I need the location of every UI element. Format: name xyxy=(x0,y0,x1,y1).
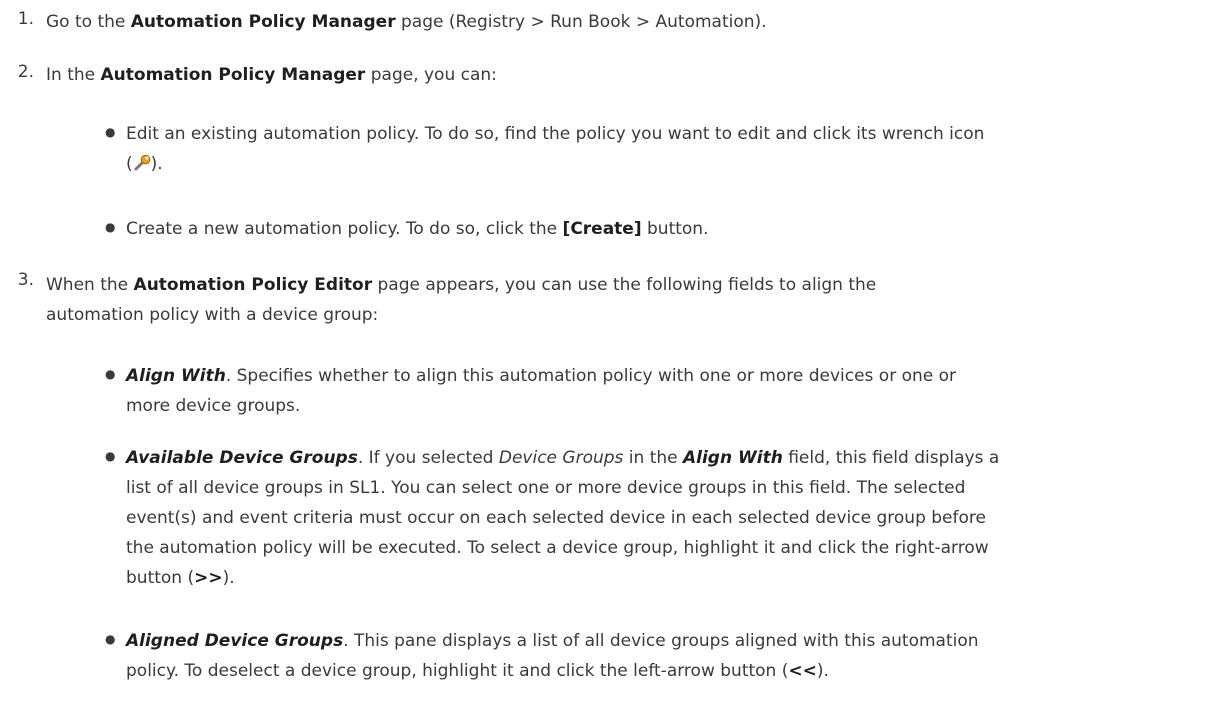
field-name: Align With xyxy=(126,366,226,386)
bullet-dot: ● xyxy=(105,125,116,139)
wrench-icon xyxy=(133,152,151,171)
list-item-text: Align With. Specifies whether to align t… xyxy=(126,366,957,416)
document: 1. Go to the Automation Policy Manager p… xyxy=(0,0,1231,702)
arrow-button-name: << xyxy=(788,661,817,681)
field-name: Align With xyxy=(683,448,783,468)
step-text: In the Automation Policy Manager page, y… xyxy=(46,65,497,85)
step-text: Go to the Automation Policy Manager page… xyxy=(46,12,767,32)
list-item-text: Edit an existing automation policy. To d… xyxy=(126,124,985,174)
step-number: 1. xyxy=(17,9,34,29)
bullet-dot: ● xyxy=(105,367,116,381)
list-item-text: Aligned Device Groups. This pane display… xyxy=(126,631,979,681)
bullet-dot: ● xyxy=(105,220,116,234)
ui-name: Automation Policy Editor xyxy=(133,275,373,295)
step-text: When the Automation Policy Editor page a… xyxy=(46,275,877,325)
bullet-dot: ● xyxy=(105,449,116,463)
ui-name: Automation Policy Manager xyxy=(130,12,396,32)
list-item-text: Available Device Groups. If you selected… xyxy=(126,448,1000,588)
list-item-text: Create a new automation policy. To do so… xyxy=(126,219,709,239)
field-name: Aligned Device Groups xyxy=(126,631,344,651)
step-number: 2. xyxy=(17,62,34,82)
button-name: [Create] xyxy=(562,219,642,239)
step-number: 3. xyxy=(17,270,34,290)
arrow-button-name: >> xyxy=(194,568,223,588)
ui-name: Automation Policy Manager xyxy=(100,65,366,85)
bullet-dot: ● xyxy=(105,632,116,646)
field-name: Available Device Groups xyxy=(126,448,358,468)
